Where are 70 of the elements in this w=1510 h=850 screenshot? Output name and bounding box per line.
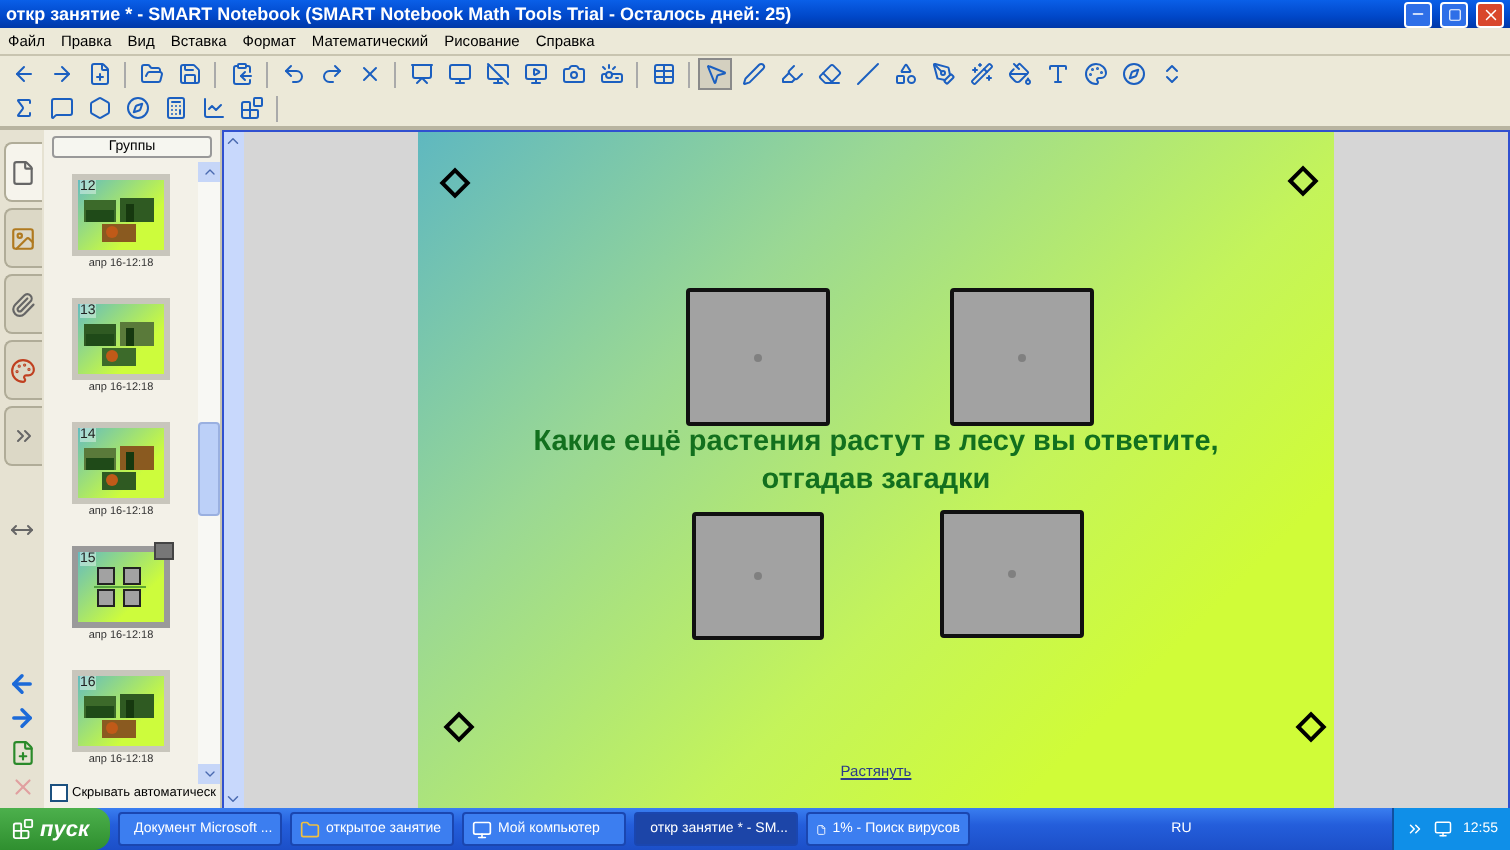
delete-icon bbox=[357, 62, 381, 86]
hidden-card[interactable] bbox=[940, 510, 1084, 638]
palette-icon bbox=[1083, 62, 1107, 86]
window-title: откр занятие * - SMART Notebook (SMART Notebook Math Tools Trial - Осталось дней: 25) bbox=[6, 4, 794, 24]
double-chevron-icon bbox=[11, 424, 35, 448]
document-icon bbox=[816, 819, 827, 839]
projector-icon bbox=[599, 62, 623, 86]
compass-icon bbox=[1121, 62, 1145, 86]
scrollbar[interactable] bbox=[224, 132, 244, 808]
calculator-icon bbox=[163, 96, 187, 120]
back-icon bbox=[11, 62, 35, 86]
blocks-icon bbox=[239, 96, 263, 120]
palette-icon bbox=[10, 357, 36, 383]
monitor-icon bbox=[447, 62, 471, 86]
computer-icon bbox=[472, 819, 492, 839]
squares-drawing bbox=[94, 566, 146, 610]
chevron-icon[interactable] bbox=[1406, 820, 1425, 838]
expand-tab[interactable] bbox=[3, 406, 41, 466]
page-icon bbox=[10, 159, 36, 185]
hidden-card[interactable] bbox=[692, 512, 824, 640]
magic-wand-icon bbox=[969, 62, 993, 86]
hexagon-icon bbox=[87, 96, 111, 120]
undo-icon bbox=[281, 62, 305, 86]
pointer-icon bbox=[703, 62, 727, 86]
pen-tool-icon bbox=[931, 62, 955, 86]
eraser-icon bbox=[817, 62, 841, 86]
tool-button[interactable] bbox=[698, 58, 732, 90]
minimize-button[interactable] bbox=[1404, 1, 1432, 27]
monitor-icon[interactable] bbox=[1434, 820, 1453, 838]
image-icon bbox=[10, 225, 36, 251]
paperclip-icon bbox=[10, 291, 36, 317]
sigma-icon bbox=[11, 96, 35, 120]
properties-tab[interactable] bbox=[3, 340, 41, 400]
presentation-icon bbox=[409, 62, 433, 86]
shapes-icon bbox=[893, 62, 917, 86]
gallery-tab[interactable] bbox=[3, 208, 41, 268]
pen-icon bbox=[741, 62, 765, 86]
add-page-icon[interactable] bbox=[9, 739, 35, 765]
scrollbar[interactable] bbox=[198, 162, 220, 784]
restore-button[interactable] bbox=[1440, 1, 1468, 27]
open-folder-icon bbox=[139, 62, 163, 86]
forward-icon bbox=[49, 62, 73, 86]
redo-icon bbox=[319, 62, 343, 86]
forward-icon[interactable] bbox=[8, 704, 36, 732]
hidden-card[interactable] bbox=[686, 288, 830, 426]
clipboard-icon bbox=[229, 62, 253, 86]
fill-bucket-icon bbox=[1007, 62, 1031, 86]
save-icon bbox=[177, 62, 201, 86]
restore-icon bbox=[1447, 7, 1461, 21]
speech-bubble-icon bbox=[49, 96, 73, 120]
hidden-card[interactable] bbox=[950, 288, 1094, 426]
highlighter-icon bbox=[779, 62, 803, 86]
camera-icon bbox=[561, 62, 585, 86]
folder-icon bbox=[300, 819, 320, 839]
question-text: Какие ещё растения растут в лесу вы ответите, отгадав загадки bbox=[531, 424, 1221, 500]
auto-hide-checkbox[interactable] bbox=[50, 784, 68, 802]
table-icon bbox=[651, 62, 675, 86]
blank-screen-icon bbox=[485, 62, 509, 86]
close-icon bbox=[1481, 5, 1499, 23]
compass-icon bbox=[125, 96, 149, 120]
back-icon[interactable] bbox=[8, 670, 36, 698]
attachments-tab[interactable] bbox=[3, 274, 41, 334]
screen-icon bbox=[523, 62, 547, 86]
add-page-icon bbox=[87, 62, 111, 86]
line-chart-icon bbox=[201, 96, 225, 120]
scroll-thumb[interactable] bbox=[198, 422, 220, 516]
close-button[interactable] bbox=[1476, 1, 1504, 27]
line-icon bbox=[855, 62, 879, 86]
page-sorter-tab[interactable] bbox=[3, 142, 41, 202]
text-icon bbox=[1045, 62, 1069, 86]
